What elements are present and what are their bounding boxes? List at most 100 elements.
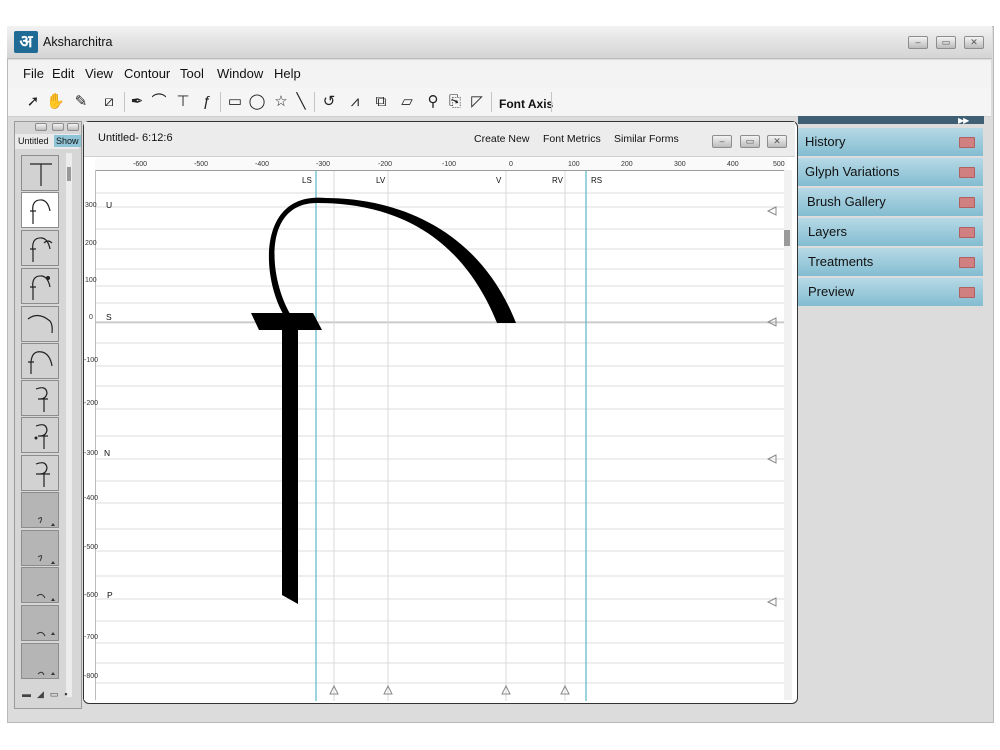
copy-tool-icon[interactable]: ⎘	[446, 93, 464, 111]
app-title: Aksharchitra	[43, 35, 113, 49]
tab-show[interactable]: Show	[54, 135, 81, 147]
lp-maximize-icon[interactable]	[52, 123, 64, 131]
thumb-scrollbar-thumb[interactable]	[67, 167, 71, 181]
glyph-canvas[interactable]	[96, 171, 784, 701]
ruler-y-label: 200	[85, 240, 97, 247]
canvas-scrollbar[interactable]	[784, 170, 792, 700]
skew-tool-icon[interactable]: ▱	[398, 93, 416, 111]
font-axis-button[interactable]: Font Axis	[499, 97, 553, 111]
panel-close-icon[interactable]	[959, 197, 975, 208]
corner-tool-icon[interactable]: ◸	[468, 93, 486, 111]
glyph-thumbnail[interactable]	[21, 492, 59, 528]
zoom-tool-icon[interactable]: ⚲	[424, 93, 442, 111]
hook-tool-icon[interactable]: ƒ	[198, 93, 216, 111]
menu-help[interactable]: Help	[274, 66, 301, 81]
glyph-curve-stroke	[268, 197, 516, 323]
maximize-icon[interactable]: ▭	[936, 36, 956, 49]
menu-file[interactable]: File	[23, 66, 44, 81]
guide-label-rv: RV	[552, 176, 563, 185]
title-bar[interactable]	[7, 26, 992, 59]
glyph-thumbnail[interactable]	[21, 306, 59, 342]
ruler-x-label: -400	[255, 161, 270, 168]
panel-close-icon[interactable]	[959, 227, 975, 238]
close-icon[interactable]: ✕	[964, 36, 984, 49]
ruler-x-label: 200	[621, 161, 633, 168]
menu-contour[interactable]: Contour	[124, 66, 170, 81]
glyph-thumbnail[interactable]	[21, 455, 59, 491]
menu-tool[interactable]: Tool	[180, 66, 204, 81]
guide-label-s: S	[106, 312, 112, 322]
menu-edit[interactable]: Edit	[52, 66, 74, 81]
panel-layers[interactable]: Layers	[798, 218, 983, 248]
panel-preview[interactable]: Preview	[798, 278, 983, 308]
create-new-link[interactable]: Create New	[474, 133, 529, 145]
thumb-view-icons[interactable]: ▬◢▭▪	[22, 689, 78, 701]
panel-brush-gallery-label: Brush Gallery	[807, 194, 886, 209]
ruler-tool-icon[interactable]: ⧄	[100, 93, 118, 111]
panel-close-icon[interactable]	[959, 167, 975, 178]
panel-layers-label: Layers	[808, 224, 848, 239]
glyph-thumbnail[interactable]	[21, 380, 59, 416]
lp-close-icon[interactable]	[67, 123, 79, 131]
guide-label-v: V	[496, 176, 502, 185]
glyph-serif-bar	[251, 313, 322, 330]
ruler-x-label: 400	[727, 161, 739, 168]
panel-glyph-variations[interactable]: Glyph Variations	[798, 158, 983, 188]
glyph-thumbnail[interactable]	[21, 643, 59, 679]
glyph-thumbnail[interactable]	[21, 417, 59, 453]
editor-header	[84, 122, 795, 157]
glyph-thumbnail[interactable]	[21, 530, 59, 566]
right-panel-header	[798, 116, 984, 124]
glyph-thumbnail[interactable]	[21, 567, 59, 603]
star-tool-icon[interactable]: ☆	[272, 93, 290, 111]
editor-maximize-icon[interactable]: ▭	[740, 135, 760, 148]
scale-tool-icon[interactable]: ⧉	[372, 93, 390, 111]
glyph-thumbnail[interactable]	[21, 155, 59, 191]
glyph-thumbnail-selected[interactable]	[21, 192, 59, 228]
canvas-scrollbar-thumb[interactable]	[784, 230, 790, 246]
ruler-x-label: 500	[773, 161, 785, 168]
panel-preview-label: Preview	[808, 284, 855, 299]
mirror-tool-icon[interactable]: ⩘	[346, 93, 364, 111]
glyph-thumbnail[interactable]	[21, 343, 59, 379]
editor-close-icon[interactable]: ✕	[767, 135, 787, 148]
rectangle-tool-icon[interactable]: ▭	[226, 93, 244, 111]
menu-window[interactable]: Window	[217, 66, 263, 81]
guide-label-ls: LS	[302, 176, 312, 185]
vertical-ruler	[84, 170, 96, 700]
panel-close-icon[interactable]	[959, 287, 975, 298]
line-tool-icon[interactable]: ╲	[292, 93, 310, 111]
eraser-tool-icon[interactable]: ✎	[72, 93, 90, 111]
panel-history[interactable]: History	[798, 128, 983, 158]
ruler-x-label: -500	[194, 161, 209, 168]
guide-label-n: N	[104, 448, 111, 458]
editor-minimize-icon[interactable]: –	[712, 135, 732, 148]
panel-close-icon[interactable]	[959, 137, 975, 148]
panel-brush-gallery[interactable]: Brush Gallery	[798, 188, 983, 218]
collapse-panel-icon[interactable]: ▶▶	[958, 116, 969, 125]
glyph-thumbnail[interactable]	[21, 230, 59, 266]
pen-tool-icon[interactable]: ✒	[128, 93, 146, 111]
glyph-stem	[282, 330, 298, 604]
thumb-scrollbar[interactable]	[66, 153, 72, 697]
panel-history-label: History	[805, 134, 846, 149]
similar-forms-link[interactable]: Similar Forms	[614, 133, 679, 145]
ellipse-tool-icon[interactable]: ◯	[248, 93, 266, 111]
tab-untitled[interactable]: Untitled	[18, 136, 49, 146]
panel-close-icon[interactable]	[959, 257, 975, 268]
pointer-tool-icon[interactable]: ➚	[24, 93, 42, 111]
baseline-grid	[96, 192, 784, 684]
curve-tool-icon[interactable]: ⌒	[150, 93, 168, 111]
font-metrics-link[interactable]: Font Metrics	[543, 133, 601, 145]
rotate-tool-icon[interactable]: ↺	[320, 93, 338, 111]
ruler-y-label: 0	[89, 314, 93, 321]
menu-view[interactable]: View	[85, 66, 113, 81]
stem-tool-icon[interactable]: ⊤	[174, 93, 192, 111]
minimize-icon[interactable]: –	[908, 36, 928, 49]
glyph-thumbnail[interactable]	[21, 605, 59, 641]
panel-treatments[interactable]: Treatments	[798, 248, 983, 278]
hand-tool-icon[interactable]: ✋	[46, 93, 65, 111]
glyph-thumbnail[interactable]	[21, 268, 59, 304]
lp-minimize-icon[interactable]	[35, 123, 47, 131]
ruler-x-label: -300	[316, 161, 331, 168]
